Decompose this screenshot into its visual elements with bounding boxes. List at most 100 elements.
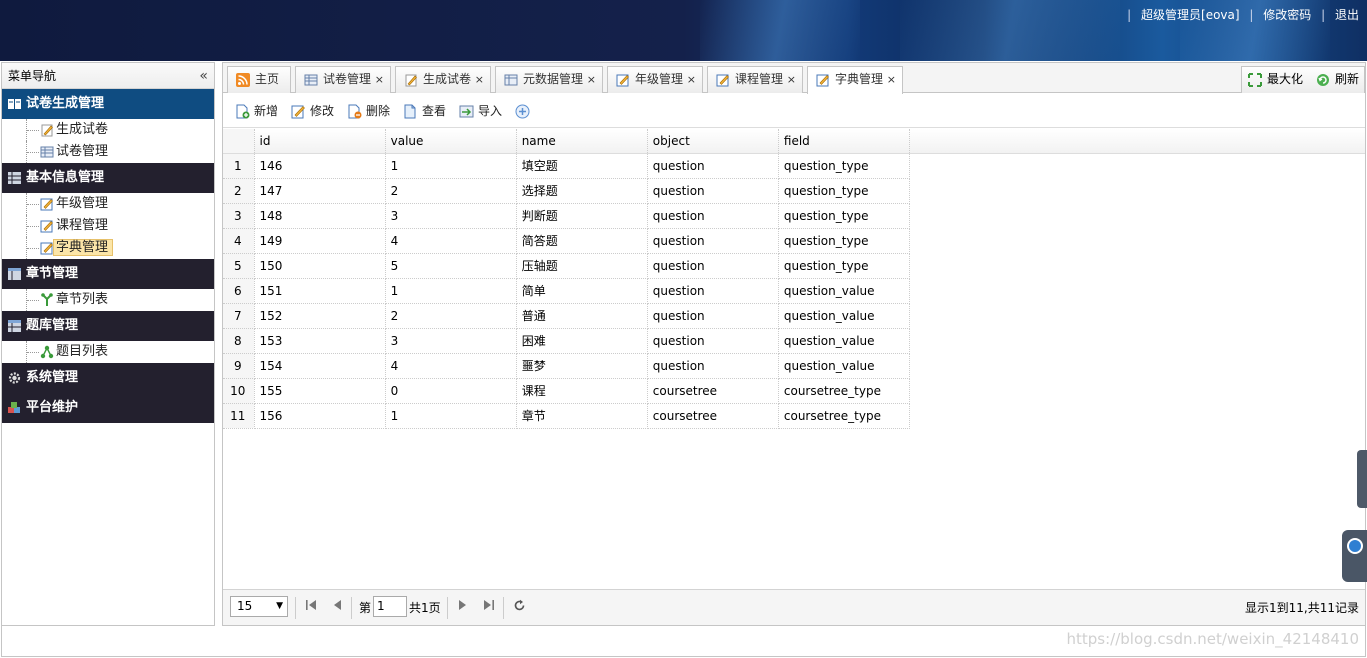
- close-icon[interactable]: ×: [687, 67, 696, 92]
- side-scroll-widget[interactable]: [1357, 450, 1367, 508]
- table-row[interactable]: 11 156 1 章节 coursetree coursetree_type: [223, 403, 911, 429]
- edit-icon: [616, 74, 629, 87]
- table-cell-id: 149: [254, 228, 386, 254]
- tree-line: [26, 237, 40, 259]
- import-button[interactable]: 导入: [459, 94, 502, 128]
- table-cell-value: 5: [385, 253, 517, 279]
- separator: [447, 597, 448, 619]
- close-icon[interactable]: ×: [887, 67, 896, 92]
- last-page-icon[interactable]: [483, 599, 495, 611]
- sidebar-item-chapter-list[interactable]: 章节列表: [2, 289, 214, 311]
- table-row[interactable]: 10 155 0 课程 coursetree coursetree_type: [223, 378, 911, 404]
- tab-bar: 主页 试卷管理 × 生成试卷 × 元数据管理 × 年级管理 × 课程管理 × 字…: [223, 63, 1365, 94]
- sidebar-item-paper-management[interactable]: 试卷管理: [2, 141, 214, 163]
- table-row[interactable]: 2 147 2 选择题 question question_type: [223, 178, 911, 204]
- table-row[interactable]: 9 154 4 噩梦 question question_value: [223, 353, 911, 379]
- close-icon[interactable]: ×: [375, 67, 384, 92]
- tab-metadata-management[interactable]: 元数据管理 ×: [495, 66, 603, 93]
- table-cell-id: 152: [254, 303, 386, 329]
- table-cell-value: 1: [385, 278, 517, 304]
- app-header: | 超级管理员[eova] | 修改密码 | 退出: [0, 0, 1367, 61]
- reload-icon[interactable]: [513, 599, 526, 612]
- pagination-bar: 15 ▼ 第 1 共1页 显示1到11,共11记录: [223, 589, 1365, 625]
- column-header-object[interactable]: object: [647, 129, 779, 154]
- tab-grade-management[interactable]: 年级管理 ×: [607, 66, 703, 93]
- column-header-id[interactable]: id: [254, 129, 386, 154]
- tab-label: 主页: [255, 72, 280, 86]
- sidebar-item-grade-management[interactable]: 年级管理: [2, 193, 214, 215]
- column-header-value[interactable]: value: [385, 129, 517, 154]
- sidebar-title: 菜单导航: [8, 69, 57, 83]
- grid-header-filler: [910, 129, 1365, 154]
- page-size-value: 15: [237, 599, 253, 613]
- sidebar-group-exam-generation[interactable]: 试卷生成管理: [2, 89, 214, 119]
- table-row[interactable]: 3 148 3 判断题 question question_type: [223, 203, 911, 229]
- table-cell-name: 章节: [516, 403, 648, 429]
- page-number-value: 1: [377, 599, 385, 613]
- row-number-cell: 3: [223, 203, 255, 229]
- next-page-icon[interactable]: [457, 599, 469, 611]
- table-cell-value: 0: [385, 378, 517, 404]
- close-icon[interactable]: ×: [475, 67, 484, 92]
- column-header-field[interactable]: field: [778, 129, 911, 154]
- column-header-name[interactable]: name: [516, 129, 648, 154]
- table-cell-field: question_type: [778, 203, 911, 229]
- view-icon: [404, 104, 416, 119]
- grid-body: 1 146 1 填空题 question question_type 2 147 2 选择题 que…: [223, 153, 911, 429]
- table-row[interactable]: 1 146 1 填空题 question question_type: [223, 153, 911, 179]
- edit-button[interactable]: 修改: [291, 94, 334, 128]
- table-row[interactable]: 4 149 4 简答题 question question_type: [223, 228, 911, 254]
- edit-icon: [40, 198, 53, 211]
- delete-label: 删除: [366, 104, 391, 118]
- table-row[interactable]: 6 151 1 简单 question question_value: [223, 278, 911, 304]
- row-number-cell: 8: [223, 328, 255, 354]
- tab-dictionary-management[interactable]: 字典管理 ×: [807, 66, 903, 94]
- refresh-button[interactable]: 刷新: [1316, 67, 1359, 92]
- pencil-icon: [41, 124, 53, 137]
- page-size-select[interactable]: 15 ▼: [230, 596, 288, 617]
- sidebar-group-platform[interactable]: 平台维护: [2, 393, 214, 423]
- add-button[interactable]: 新增: [235, 94, 278, 128]
- maximize-icon: [1248, 73, 1262, 87]
- delete-button[interactable]: 删除: [347, 94, 390, 128]
- sidebar-item-question-list[interactable]: 题目列表: [2, 341, 214, 363]
- maximize-button[interactable]: 最大化: [1248, 67, 1303, 92]
- sidebar-item-dictionary-management[interactable]: 字典管理: [2, 237, 214, 259]
- sidebar-group-basic-info[interactable]: 基本信息管理: [2, 163, 214, 193]
- table-cell-name: 困难: [516, 328, 648, 354]
- close-icon[interactable]: ×: [787, 67, 796, 92]
- tab-paper-management[interactable]: 试卷管理 ×: [295, 66, 391, 93]
- add-label: 新增: [254, 104, 279, 118]
- sidebar-item-generate-paper[interactable]: 生成试卷: [2, 119, 214, 141]
- user-link[interactable]: 超级管理员[eova]: [1141, 8, 1240, 22]
- logout-link[interactable]: 退出: [1335, 8, 1359, 22]
- side-remote-widget[interactable]: [1342, 530, 1367, 582]
- sidebar-group-question-bank[interactable]: 题库管理: [2, 311, 214, 341]
- row-number-cell: 4: [223, 228, 255, 254]
- change-password-link[interactable]: 修改密码: [1263, 8, 1311, 22]
- view-button[interactable]: 查看: [403, 94, 446, 128]
- table-cell-value: 1: [385, 403, 517, 429]
- more-icon[interactable]: [515, 104, 530, 119]
- maximize-label: 最大化: [1267, 72, 1304, 86]
- tab-course-management[interactable]: 课程管理 ×: [707, 66, 803, 93]
- collapse-sidebar-icon[interactable]: «: [199, 63, 208, 89]
- close-icon[interactable]: ×: [587, 67, 596, 92]
- page-number-input[interactable]: 1: [373, 596, 407, 617]
- tab-home[interactable]: 主页: [227, 66, 291, 93]
- import-label: 导入: [478, 104, 503, 118]
- sidebar-item-course-management[interactable]: 课程管理: [2, 215, 214, 237]
- tab-generate-paper[interactable]: 生成试卷 ×: [395, 66, 491, 93]
- page-total: 共1页: [409, 601, 441, 615]
- table-row[interactable]: 5 150 5 压轴题 question question_type: [223, 253, 911, 279]
- table-row[interactable]: 7 152 2 普通 question question_value: [223, 303, 911, 329]
- sidebar-header: 菜单导航 «: [2, 63, 214, 89]
- cubes-icon: [8, 402, 20, 413]
- sidebar-group-chapter[interactable]: 章节管理: [2, 259, 214, 289]
- sidebar-group-system[interactable]: 系统管理: [2, 363, 214, 393]
- table-row[interactable]: 8 153 3 困难 question question_value: [223, 328, 911, 354]
- tree-icon: [40, 345, 54, 359]
- first-page-icon[interactable]: [305, 599, 317, 611]
- prev-page-icon[interactable]: [331, 599, 343, 611]
- table-cell-object: coursetree: [647, 403, 779, 429]
